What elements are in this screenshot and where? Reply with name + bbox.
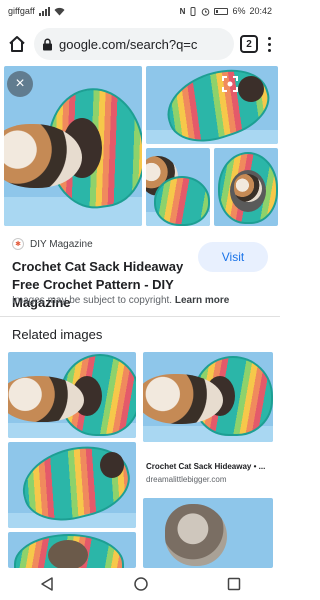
wifi-icon <box>54 7 65 15</box>
recents-square-icon[interactable] <box>227 577 241 591</box>
carrier-label: giffgaff <box>8 6 35 16</box>
battery-label: 6% <box>232 6 246 16</box>
gallery-thumbnail-1[interactable] <box>146 66 278 144</box>
lock-icon <box>43 38 52 50</box>
close-icon[interactable]: × <box>7 71 33 97</box>
vibrate-icon <box>190 6 196 16</box>
signal-icon <box>38 6 50 16</box>
status-right: N 6% 20:42 <box>180 6 272 16</box>
related-item-domain: dreamalittlebigger.com <box>146 475 227 484</box>
source-name: DIY Magazine <box>30 238 93 250</box>
url-text: google.com/search?q=c <box>59 36 198 52</box>
nfc-icon: N <box>179 6 186 16</box>
lens-icon[interactable] <box>222 76 238 92</box>
status-left: giffgaff <box>8 6 65 16</box>
related-image-5[interactable] <box>8 532 136 568</box>
gallery-thumbnail-2[interactable] <box>146 148 210 226</box>
related-item-title[interactable]: Crochet Cat Sack Hideaway • ... <box>146 462 265 471</box>
related-image-3[interactable] <box>8 442 136 528</box>
alarm-icon <box>202 7 210 16</box>
related-image-2[interactable] <box>143 352 273 442</box>
copyright-text: Images may be subject to copyright. <box>12 295 173 306</box>
system-navigation-bar <box>0 568 280 600</box>
site-favicon-icon: ✱ <box>12 238 24 250</box>
browser-toolbar: google.com/search?q=c 2 <box>0 22 280 66</box>
divider <box>0 316 280 317</box>
overflow-menu-icon[interactable] <box>264 36 274 52</box>
address-bar[interactable]: google.com/search?q=c <box>34 28 234 60</box>
battery-icon <box>214 7 229 15</box>
home-button[interactable] <box>6 33 28 55</box>
visit-button[interactable]: Visit <box>198 242 268 272</box>
tab-count: 2 <box>246 38 252 50</box>
related-image-4[interactable] <box>143 498 273 568</box>
source-row[interactable]: ✱ DIY Magazine <box>12 238 93 250</box>
status-bar: giffgaff N 6% 20:42 <box>0 0 280 22</box>
learn-more-link[interactable]: Learn more <box>175 295 229 306</box>
gallery-thumbnail-3[interactable] <box>214 148 278 226</box>
back-icon[interactable] <box>39 576 55 592</box>
copyright-notice: Images may be subject to copyright. Lear… <box>12 295 229 306</box>
tab-switcher-button[interactable]: 2 <box>240 35 258 53</box>
home-icon <box>9 36 25 52</box>
clock-label: 20:42 <box>249 6 272 16</box>
related-heading: Related images <box>12 327 103 342</box>
related-image-1[interactable] <box>8 352 136 438</box>
home-circle-icon[interactable] <box>133 576 149 592</box>
